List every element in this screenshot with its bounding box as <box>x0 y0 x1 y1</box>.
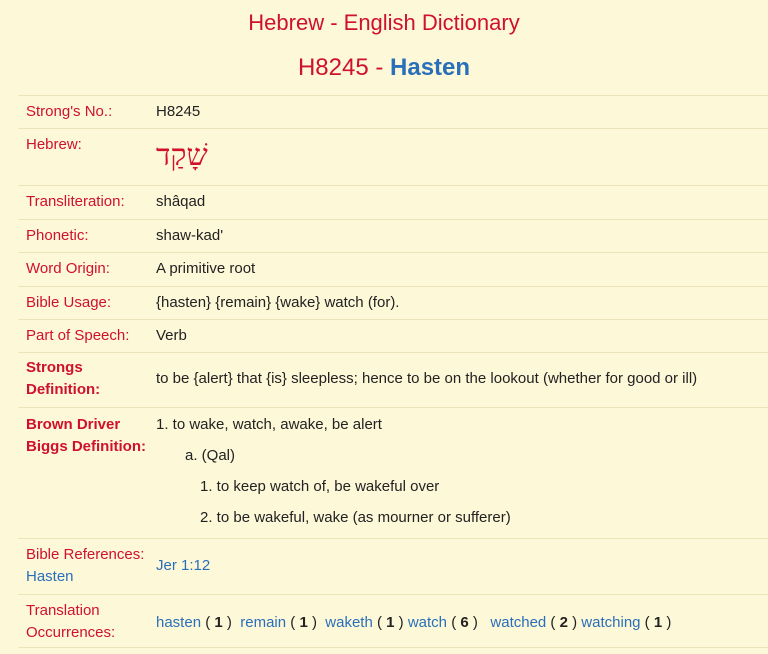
row-bdb-definition: Brown Driver Biggs Definition: 1. to wak… <box>18 407 768 538</box>
bdb-line-3: 1. to keep watch of, be wakeful over <box>200 478 440 495</box>
translation-occurrences-label-1: Translation <box>26 602 100 619</box>
bdb-line-1: 1. to wake, watch, awake, be alert <box>156 416 382 433</box>
row-strongs-no: Strong's No.: H8245 <box>18 95 768 128</box>
part-of-speech-value: Verb <box>156 327 187 344</box>
bible-references-label: Bible References: <box>26 546 145 563</box>
row-translation-occurrences: Translation Occurrences: hasten ( 1 ) re… <box>18 594 768 648</box>
entry-number: H8245 <box>297 54 369 81</box>
bible-usage-value: {hasten} {remain} {wake} watch (for). <box>156 294 400 311</box>
bdb-line-2: a. (Qal) <box>185 447 236 464</box>
translation-occurrences-label-2: Occurrences: <box>26 624 116 641</box>
occurrence-word-watching[interactable]: watching <box>581 614 640 631</box>
occurrence-count-watching: 1 <box>653 614 663 631</box>
part-of-speech-label: Part of Speech: <box>26 327 130 344</box>
occurrence-word-watched[interactable]: watched <box>490 614 546 631</box>
row-phonetic: Phonetic: shaw-kad' <box>18 219 768 252</box>
transliteration-label: Transliteration: <box>26 193 125 210</box>
entry-fields: Strong's No.: H8245 Hebrew: שָׁקַד Trans… <box>18 95 768 648</box>
word-origin-label: Word Origin: <box>26 260 110 277</box>
bible-reference-link[interactable]: Jer 1:12 <box>156 555 210 577</box>
occurrence-count-waketh: 1 <box>386 614 395 631</box>
occurrence-count-watched: 2 <box>559 614 568 631</box>
occurrence-word-remain[interactable]: remain <box>240 614 286 631</box>
strongs-no-value: H8245 <box>156 103 201 120</box>
hebrew-word: שָׁקַד <box>156 138 208 173</box>
bdb-label-2: Biggs Definition: <box>26 438 146 455</box>
row-bible-references: Bible References: Hasten Jer 1:12 <box>18 538 768 594</box>
transliteration-value: shâqad <box>156 193 206 210</box>
row-word-origin: Word Origin: A primitive root <box>18 252 768 286</box>
entry-separator: - <box>368 54 391 81</box>
occurrence-count-remain: 1 <box>299 614 308 631</box>
occurrence-count-hasten: 1 <box>214 614 223 631</box>
bible-usage-label: Bible Usage: <box>26 294 112 311</box>
strongs-no-label: Strong's No.: <box>26 103 113 120</box>
row-hebrew: Hebrew: שָׁקַד <box>18 128 768 185</box>
word-origin-value: A primitive root <box>156 260 256 277</box>
entry-word: Hasten <box>390 54 471 81</box>
row-part-of-speech: Part of Speech: Verb <box>18 319 768 352</box>
row-bible-usage: Bible Usage: {hasten} {remain} {wake} wa… <box>18 286 768 319</box>
entry-title: H8245 - Hasten <box>0 53 768 83</box>
dictionary-page: Hebrew - English Dictionary H8245 - Hast… <box>0 0 768 654</box>
occurrence-word-hasten[interactable]: hasten <box>156 614 201 631</box>
strongs-definition-value: to be {alert} that {is} sleepless; hence… <box>156 370 698 387</box>
occurrence-word-waketh[interactable]: waketh <box>325 614 373 631</box>
header: Hebrew - English Dictionary H8245 - Hast… <box>0 0 768 83</box>
occurrence-word-watch[interactable]: watch <box>408 614 447 631</box>
row-strongs-definition: Strongs Definition: to be {alert} that {… <box>18 352 768 407</box>
strongs-definition-label-1: Strongs <box>26 359 83 376</box>
bdb-label-1: Brown Driver <box>26 416 121 433</box>
app-title: Hebrew - English Dictionary <box>248 10 520 35</box>
hebrew-label: Hebrew: <box>26 136 82 153</box>
strongs-definition-label-2: Definition: <box>26 381 101 398</box>
bdb-line-4: 2. to be wakeful, wake (as mourner or su… <box>200 509 511 526</box>
row-transliteration: Transliteration: shâqad <box>18 185 768 219</box>
phonetic-value: shaw-kad' <box>156 227 224 244</box>
occurrence-count-watch: 6 <box>460 614 469 631</box>
bible-references-sublabel[interactable]: Hasten <box>26 566 74 588</box>
occurrence-list: hasten ( 1 ) remain ( 1 ) waketh ( 1 ) w… <box>156 614 672 631</box>
phonetic-label: Phonetic: <box>26 227 89 244</box>
